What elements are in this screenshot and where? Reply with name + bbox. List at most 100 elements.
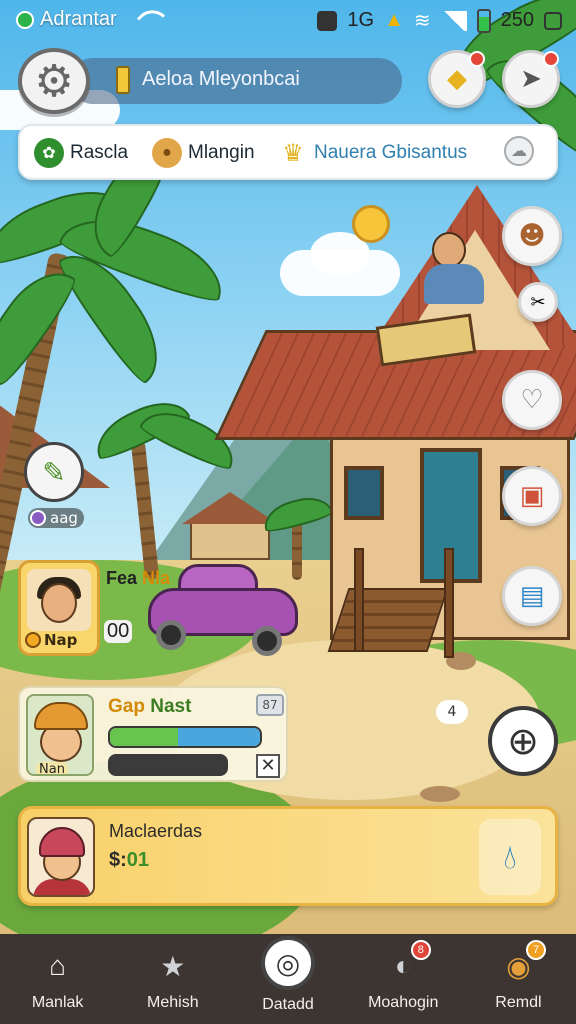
house-post xyxy=(354,548,364,652)
quest-title-part: Fea xyxy=(106,568,143,588)
home-icon: ⌂ xyxy=(49,950,67,981)
face xyxy=(41,583,77,623)
crosshair-icon: ⊕ xyxy=(507,719,539,763)
water-drop-icon: 💧︎ xyxy=(503,837,517,877)
map-quest-button[interactable]: ◆ xyxy=(428,50,486,108)
nav-badge: 7 xyxy=(526,940,547,960)
player-badge-icon xyxy=(116,66,130,94)
nav-label: Manlak xyxy=(31,994,84,1011)
house-stairs xyxy=(327,588,449,652)
reward-amount: $:01 xyxy=(109,849,149,872)
reward-title: Maclaerdas xyxy=(109,821,203,841)
quest-tag-text: Nap xyxy=(44,631,78,649)
resource-label: Mlangin xyxy=(188,142,255,163)
task-card[interactable]: Nan Gap Nast 87 ✕ xyxy=(18,686,288,782)
cookie-icon: ● xyxy=(152,138,182,168)
nav-item-home[interactable]: ⌂ Manlak xyxy=(0,934,115,1024)
map-marker-label: aag xyxy=(28,508,84,528)
notification-dot xyxy=(543,51,559,67)
target-button[interactable]: ⊕ xyxy=(488,706,558,776)
house-post xyxy=(444,548,454,658)
task-title: Gap Nast xyxy=(108,696,191,718)
clock-icon xyxy=(25,632,41,648)
chat-bubble-button[interactable]: ☁ xyxy=(504,136,534,166)
sun-icon xyxy=(352,205,390,243)
star-icon: ★ xyxy=(160,950,186,982)
crown-icon: ♛ xyxy=(282,139,304,167)
recent-apps-icon xyxy=(544,11,562,30)
resource-item[interactable]: ♛ Nauera Gbisantus xyxy=(278,138,467,168)
bottom-nav: ⌂ Manlak ★ Mehish ◎ Datadd ◐ 8 Moahogin … xyxy=(0,934,576,1024)
villager xyxy=(432,232,466,268)
player-name-pill[interactable]: Aeloa Mleyonbcai xyxy=(70,58,402,104)
progress-fill-blue xyxy=(177,728,260,746)
nav-item-search[interactable]: ◐ 8 Moahogin xyxy=(346,934,461,1024)
photo-button[interactable]: ▣ xyxy=(502,466,562,526)
tools-button[interactable]: ✂ xyxy=(518,282,558,322)
share-button[interactable]: ➤ xyxy=(502,50,560,108)
treasure-map-icon: ◆ xyxy=(447,64,467,94)
gear-icon: ⚙ xyxy=(34,55,74,107)
leaf-icon: ✿ xyxy=(34,138,64,168)
network-indicator: 1G xyxy=(347,9,375,31)
status-right: 1G ▲ ≋ 250 xyxy=(317,8,562,33)
nav-item-star[interactable]: ★ Mehish xyxy=(115,934,230,1024)
reward-portrait xyxy=(27,817,95,897)
notification-dot xyxy=(469,51,485,67)
resource-bar: ✿ Rascla ● Mlangin ♛ Nauera Gbisantus ☁ xyxy=(18,124,558,180)
helmet xyxy=(39,827,85,857)
carrier-name: Adrantar xyxy=(40,8,117,30)
villager-body xyxy=(424,264,484,304)
status-bar: Adrantar 1G ▲ ≋ 250 xyxy=(0,0,576,38)
rock xyxy=(420,786,460,802)
nav-label: Remdl xyxy=(495,994,542,1011)
progress-fill-green xyxy=(110,728,178,746)
quest-count: 00 xyxy=(104,620,133,643)
map-button[interactable]: ✎ xyxy=(24,442,84,502)
resource-item[interactable]: ✿ Rascla xyxy=(34,138,128,168)
resource-item[interactable]: ● Mlangin xyxy=(152,138,255,168)
photo-icon: ▣ xyxy=(519,481,545,511)
car-wheel xyxy=(252,626,282,656)
quest-title: Fea Nla xyxy=(106,568,170,589)
journal-button[interactable]: ▤ xyxy=(502,566,562,626)
nav-item-disc[interactable]: ◎ Datadd xyxy=(230,934,345,1024)
profile-bar: Aeloa Mleyonbcai ⚙ xyxy=(18,48,402,114)
chat-text: 4 xyxy=(447,704,457,720)
chat-indicator[interactable]: 4 xyxy=(436,700,468,724)
quest-portrait xyxy=(27,569,91,631)
disc-icon: ◎ xyxy=(261,936,315,990)
resource-label: Nauera Gbisantus xyxy=(314,142,468,163)
character-icon: ☻ xyxy=(518,221,546,251)
quest-card[interactable]: Nap xyxy=(18,560,100,656)
clock-time: 250 xyxy=(500,9,534,31)
task-secondary-bar xyxy=(108,754,228,776)
task-portrait: Nan xyxy=(26,694,94,776)
settings-button[interactable]: ⚙ xyxy=(18,48,90,114)
house-window xyxy=(344,466,384,520)
signal-icon xyxy=(440,10,467,31)
reward-claim-button[interactable]: 💧︎ xyxy=(479,819,541,895)
notification-icon xyxy=(317,10,338,31)
task-title-part: Nast xyxy=(150,696,192,717)
chat-bubble-icon: ☁ xyxy=(504,136,534,166)
background-house xyxy=(190,520,270,560)
nav-label: Mehish xyxy=(147,994,199,1011)
resource-label: Rascla xyxy=(70,142,129,163)
task-level-badge: 87 xyxy=(256,694,284,716)
hat xyxy=(34,702,88,730)
reward-amount-prefix: $: xyxy=(109,849,127,871)
nav-item-coin[interactable]: ◉ 7 Remdl xyxy=(461,934,576,1024)
quest-title-part: Nla xyxy=(142,568,171,588)
player-name: Aeloa Mleyonbcai xyxy=(142,68,300,90)
task-portrait-tag: Nan xyxy=(36,762,68,774)
tools-icon: ✂ xyxy=(530,291,546,313)
task-close-button[interactable]: ✕ xyxy=(256,754,280,778)
reward-card[interactable]: Maclaerdas $:01 💧︎ xyxy=(18,806,558,906)
warning-icon: ▲ xyxy=(384,9,404,31)
character-button[interactable]: ☻ xyxy=(502,206,562,266)
heart-button[interactable]: ♡ xyxy=(502,370,562,430)
close-icon: ✕ xyxy=(260,755,276,776)
carrier: Adrantar xyxy=(16,8,117,31)
battery-icon xyxy=(476,8,491,33)
